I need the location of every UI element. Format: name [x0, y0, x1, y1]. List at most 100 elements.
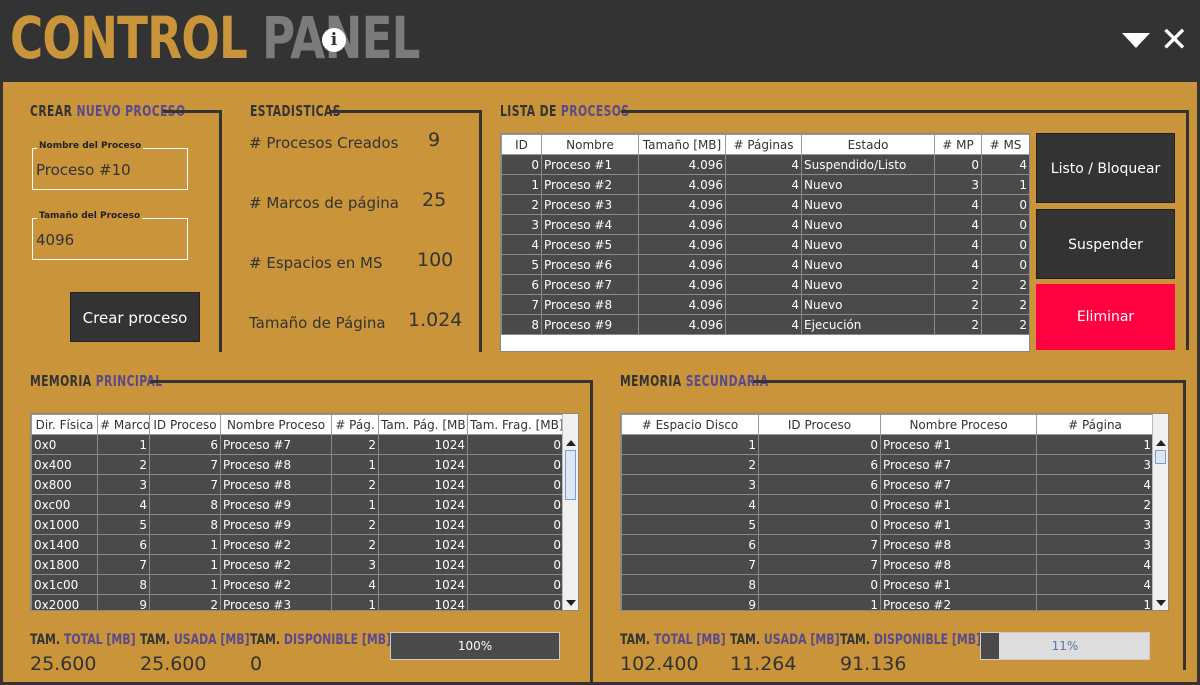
table-row[interactable]: 8 Proceso #9 4.096 4 Ejecución 2 2: [501, 314, 1029, 335]
column-header[interactable]: # Pág.: [331, 414, 379, 435]
table-cell: 4.096: [638, 214, 726, 235]
column-header[interactable]: Tam. Pág. [MB]: [378, 414, 468, 435]
stat-value-espacios: 100: [417, 249, 454, 271]
process-size-field[interactable]: Tamaño del Proceso 4096: [32, 211, 188, 260]
eliminar-button[interactable]: Eliminar: [1036, 284, 1175, 350]
column-header[interactable]: Estado: [801, 134, 935, 155]
column-header[interactable]: Tam. Frag. [MB]: [467, 414, 564, 435]
column-header[interactable]: ID Proceso: [149, 414, 221, 435]
table-row[interactable]: 5 Proceso #6 4.096 4 Nuevo 4 0: [501, 254, 1029, 275]
stat-label-procesos: # Procesos Creados: [249, 134, 399, 152]
table-row[interactable]: 7 7 Proceso #8 4: [621, 554, 1154, 575]
column-header[interactable]: Nombre Proceso: [880, 414, 1037, 435]
stat-value-tam-pagina: 1.024: [408, 309, 463, 331]
scroll-up-icon[interactable]: [1156, 440, 1166, 446]
mp-table[interactable]: Dir. Física # Marco ID Proceso Nombre Proce…: [30, 413, 579, 611]
listo-bloquear-button[interactable]: Listo / Bloquear: [1036, 133, 1175, 203]
close-icon[interactable]: ✕: [1160, 20, 1189, 60]
table-cell: Nuevo: [801, 234, 935, 255]
table-row[interactable]: 1 Proceso #2 4.096 4 Nuevo 3 1: [501, 174, 1029, 195]
column-header[interactable]: # Páginas: [725, 134, 802, 155]
table-cell: Proceso #7: [880, 474, 1037, 495]
table-row[interactable]: 9 1 Proceso #2 1: [621, 594, 1154, 610]
column-header[interactable]: # MP: [934, 134, 982, 155]
table-cell: 4.096: [638, 254, 726, 275]
create-process-button[interactable]: Crear proceso: [70, 292, 200, 342]
table-row[interactable]: 0x1400 6 1 Proceso #2 2 1024 0: [31, 534, 564, 555]
ms-scrollbar[interactable]: [1152, 414, 1168, 610]
column-header[interactable]: Nombre Proceso: [220, 414, 332, 435]
table-row[interactable]: 2 Proceso #3 4.096 4 Nuevo 4 0: [501, 194, 1029, 215]
frame-line: [329, 110, 482, 113]
table-row[interactable]: 3 Proceso #4 4.096 4 Nuevo 4 0: [501, 214, 1029, 235]
table-row[interactable]: 0x400 2 7 Proceso #8 1 1024 0: [31, 454, 564, 475]
table-row[interactable]: 5 0 Proceso #1 3: [621, 514, 1154, 535]
column-header[interactable]: # Espacio Disco: [621, 414, 759, 435]
mp-table-grid[interactable]: Dir. Física # Marco ID Proceso Nombre Proce…: [31, 414, 564, 610]
table-cell: 1024: [378, 514, 468, 535]
table-row[interactable]: 0x800 3 7 Proceso #8 2 1024 0: [31, 474, 564, 495]
table-cell: 0: [467, 514, 564, 535]
ms-table[interactable]: # Espacio Disco ID Proceso Nombre Proceso #…: [620, 413, 1169, 611]
table-cell: Nuevo: [801, 294, 935, 315]
table-cell: 3: [97, 474, 150, 495]
table-cell: 4.096: [638, 274, 726, 295]
table-row[interactable]: 4 Proceso #5 4.096 4 Nuevo 4 0: [501, 234, 1029, 255]
table-row[interactable]: 2 6 Proceso #7 3: [621, 454, 1154, 475]
column-header[interactable]: # Página: [1036, 414, 1154, 435]
table-cell: 2: [331, 514, 379, 535]
process-name-input[interactable]: Proceso #10: [36, 161, 131, 179]
table-row[interactable]: 6 7 Proceso #8 3: [621, 534, 1154, 555]
process-size-input[interactable]: 4096: [36, 231, 74, 249]
column-header[interactable]: Nombre: [541, 134, 639, 155]
ms-progress-text: 11%: [1051, 639, 1079, 653]
table-cell: 1: [501, 174, 542, 195]
ms-table-grid[interactable]: # Espacio Disco ID Proceso Nombre Proceso #…: [621, 414, 1154, 610]
table-cell: 1: [758, 594, 881, 610]
scroll-down-icon[interactable]: [566, 600, 576, 606]
ms-total-value: 102.400: [620, 653, 699, 675]
scroll-thumb[interactable]: [565, 450, 576, 500]
table-cell: Proceso #6: [541, 254, 639, 275]
process-name-field[interactable]: Nombre del Proceso Proceso #10: [32, 141, 188, 190]
table-row[interactable]: 0x0 1 6 Proceso #7 2 1024 0: [31, 434, 564, 455]
column-header[interactable]: ID Proceso: [758, 414, 881, 435]
table-cell: 0: [758, 494, 881, 515]
column-header[interactable]: ID: [501, 134, 542, 155]
column-header[interactable]: # Marco: [97, 414, 150, 435]
table-row[interactable]: 4 0 Proceso #1 2: [621, 494, 1154, 515]
table-row[interactable]: 3 6 Proceso #7 4: [621, 474, 1154, 495]
scroll-up-icon[interactable]: [566, 440, 576, 446]
column-header[interactable]: Tamaño [MB]: [638, 134, 726, 155]
column-header[interactable]: Dir. Física: [31, 414, 98, 435]
frame-line: [621, 110, 1189, 113]
info-icon[interactable]: i: [322, 28, 346, 52]
table-row[interactable]: 0 Proceso #1 4.096 4 Suspendido/Listo 0 4: [501, 154, 1029, 175]
table-cell: 3: [621, 474, 759, 495]
process-table-grid[interactable]: ID Nombre Tamaño [MB] # Páginas Estado # MP # …: [501, 134, 1029, 335]
table-row[interactable]: 1 0 Proceso #1 1: [621, 434, 1154, 455]
table-row[interactable]: 8 0 Proceso #1 4: [621, 574, 1154, 595]
table-row[interactable]: 0x1000 5 8 Proceso #9 2 1024 0: [31, 514, 564, 535]
table-cell: 8: [149, 514, 221, 535]
table-cell: 0xc00: [31, 494, 98, 515]
table-cell: 1: [1036, 594, 1154, 610]
ms-progress-bar: 11%: [980, 632, 1150, 660]
table-cell: 6: [758, 474, 881, 495]
column-header[interactable]: # MS: [981, 134, 1029, 155]
table-row[interactable]: 0x1800 7 1 Proceso #2 3 1024 0: [31, 554, 564, 575]
scroll-thumb[interactable]: [1155, 450, 1166, 464]
table-row[interactable]: 0x1c00 8 1 Proceso #2 4 1024 0: [31, 574, 564, 595]
table-row[interactable]: 6 Proceso #7 4.096 4 Nuevo 2 2: [501, 274, 1029, 295]
table-row[interactable]: 0x2000 9 2 Proceso #3 1 1024 0: [31, 594, 564, 610]
dropdown-triangle-icon[interactable]: [1122, 33, 1150, 48]
mp-scrollbar[interactable]: [562, 414, 578, 610]
table-row[interactable]: 7 Proceso #8 4.096 4 Nuevo 2 2: [501, 294, 1029, 315]
table-cell: 7: [501, 294, 542, 315]
table-cell: 4.096: [638, 314, 726, 335]
process-table[interactable]: ID Nombre Tamaño [MB] # Páginas Estado # MP # …: [500, 133, 1030, 352]
suspender-button[interactable]: Suspender: [1036, 209, 1175, 279]
table-row[interactable]: 0xc00 4 8 Proceso #9 1 1024 0: [31, 494, 564, 515]
scroll-down-icon[interactable]: [1156, 600, 1166, 606]
table-cell: 2: [981, 294, 1029, 315]
